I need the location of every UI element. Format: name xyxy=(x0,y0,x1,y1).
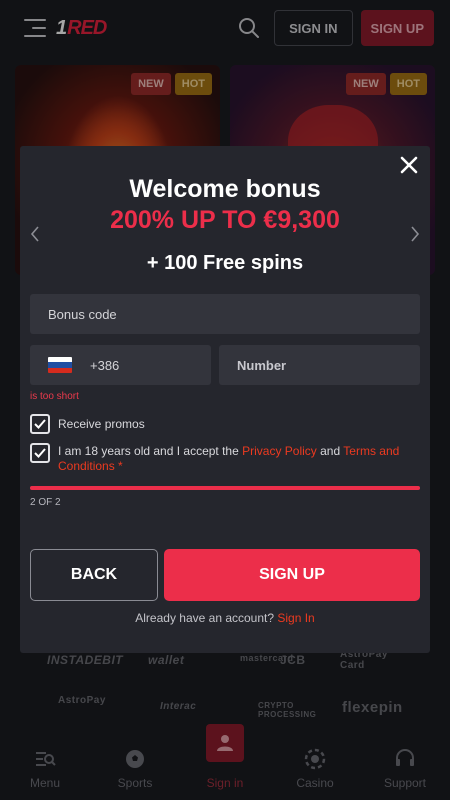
privacy-policy-link[interactable]: Privacy Policy xyxy=(242,444,317,458)
promos-label: Receive promos xyxy=(58,417,145,431)
bonus-offer: 200% UP TO €9,300 xyxy=(110,206,340,234)
bonus-code-placeholder: Bonus code xyxy=(48,306,117,322)
promos-checkbox[interactable] xyxy=(30,414,50,434)
signin-prompt: Already have an account? Sign In xyxy=(20,611,430,625)
step-indicator: 2 OF 2 xyxy=(30,497,61,508)
signup-modal: Welcome bonus 200% UP TO €9,300 + 100 Fr… xyxy=(20,146,430,653)
back-button[interactable]: BACK xyxy=(30,549,158,601)
terms-checkbox[interactable] xyxy=(30,443,50,463)
signin-prompt-text: Already have an account? xyxy=(135,611,278,625)
step-progress-bar xyxy=(30,486,420,490)
terms-and: and xyxy=(316,444,344,458)
slovenia-flag-icon xyxy=(48,357,72,373)
step-progress-fill xyxy=(30,486,420,490)
phone-number-input[interactable]: Number xyxy=(219,345,420,385)
modal-title: Welcome bonus xyxy=(129,175,321,203)
terms-checkbox-row[interactable]: I am 18 years old and I accept the Priva… xyxy=(30,443,420,474)
bonus-code-input[interactable]: Bonus code xyxy=(30,294,420,334)
terms-label: I am 18 years old and I accept the Priva… xyxy=(58,443,420,474)
free-spins: + 100 Free spins xyxy=(146,252,304,274)
signin-link[interactable]: Sign In xyxy=(277,611,314,625)
close-icon[interactable] xyxy=(398,154,420,176)
phone-number-placeholder: Number xyxy=(237,357,287,373)
required-marker: * xyxy=(114,459,123,473)
promos-checkbox-row[interactable]: Receive promos xyxy=(30,414,145,434)
phone-error-message: is too short xyxy=(30,391,79,402)
signup-button[interactable]: SIGN UP xyxy=(164,549,420,601)
terms-prefix: I am 18 years old and I accept the xyxy=(58,444,243,458)
country-code-value: +386 xyxy=(90,357,120,373)
country-code-select[interactable]: +386 xyxy=(30,345,211,385)
